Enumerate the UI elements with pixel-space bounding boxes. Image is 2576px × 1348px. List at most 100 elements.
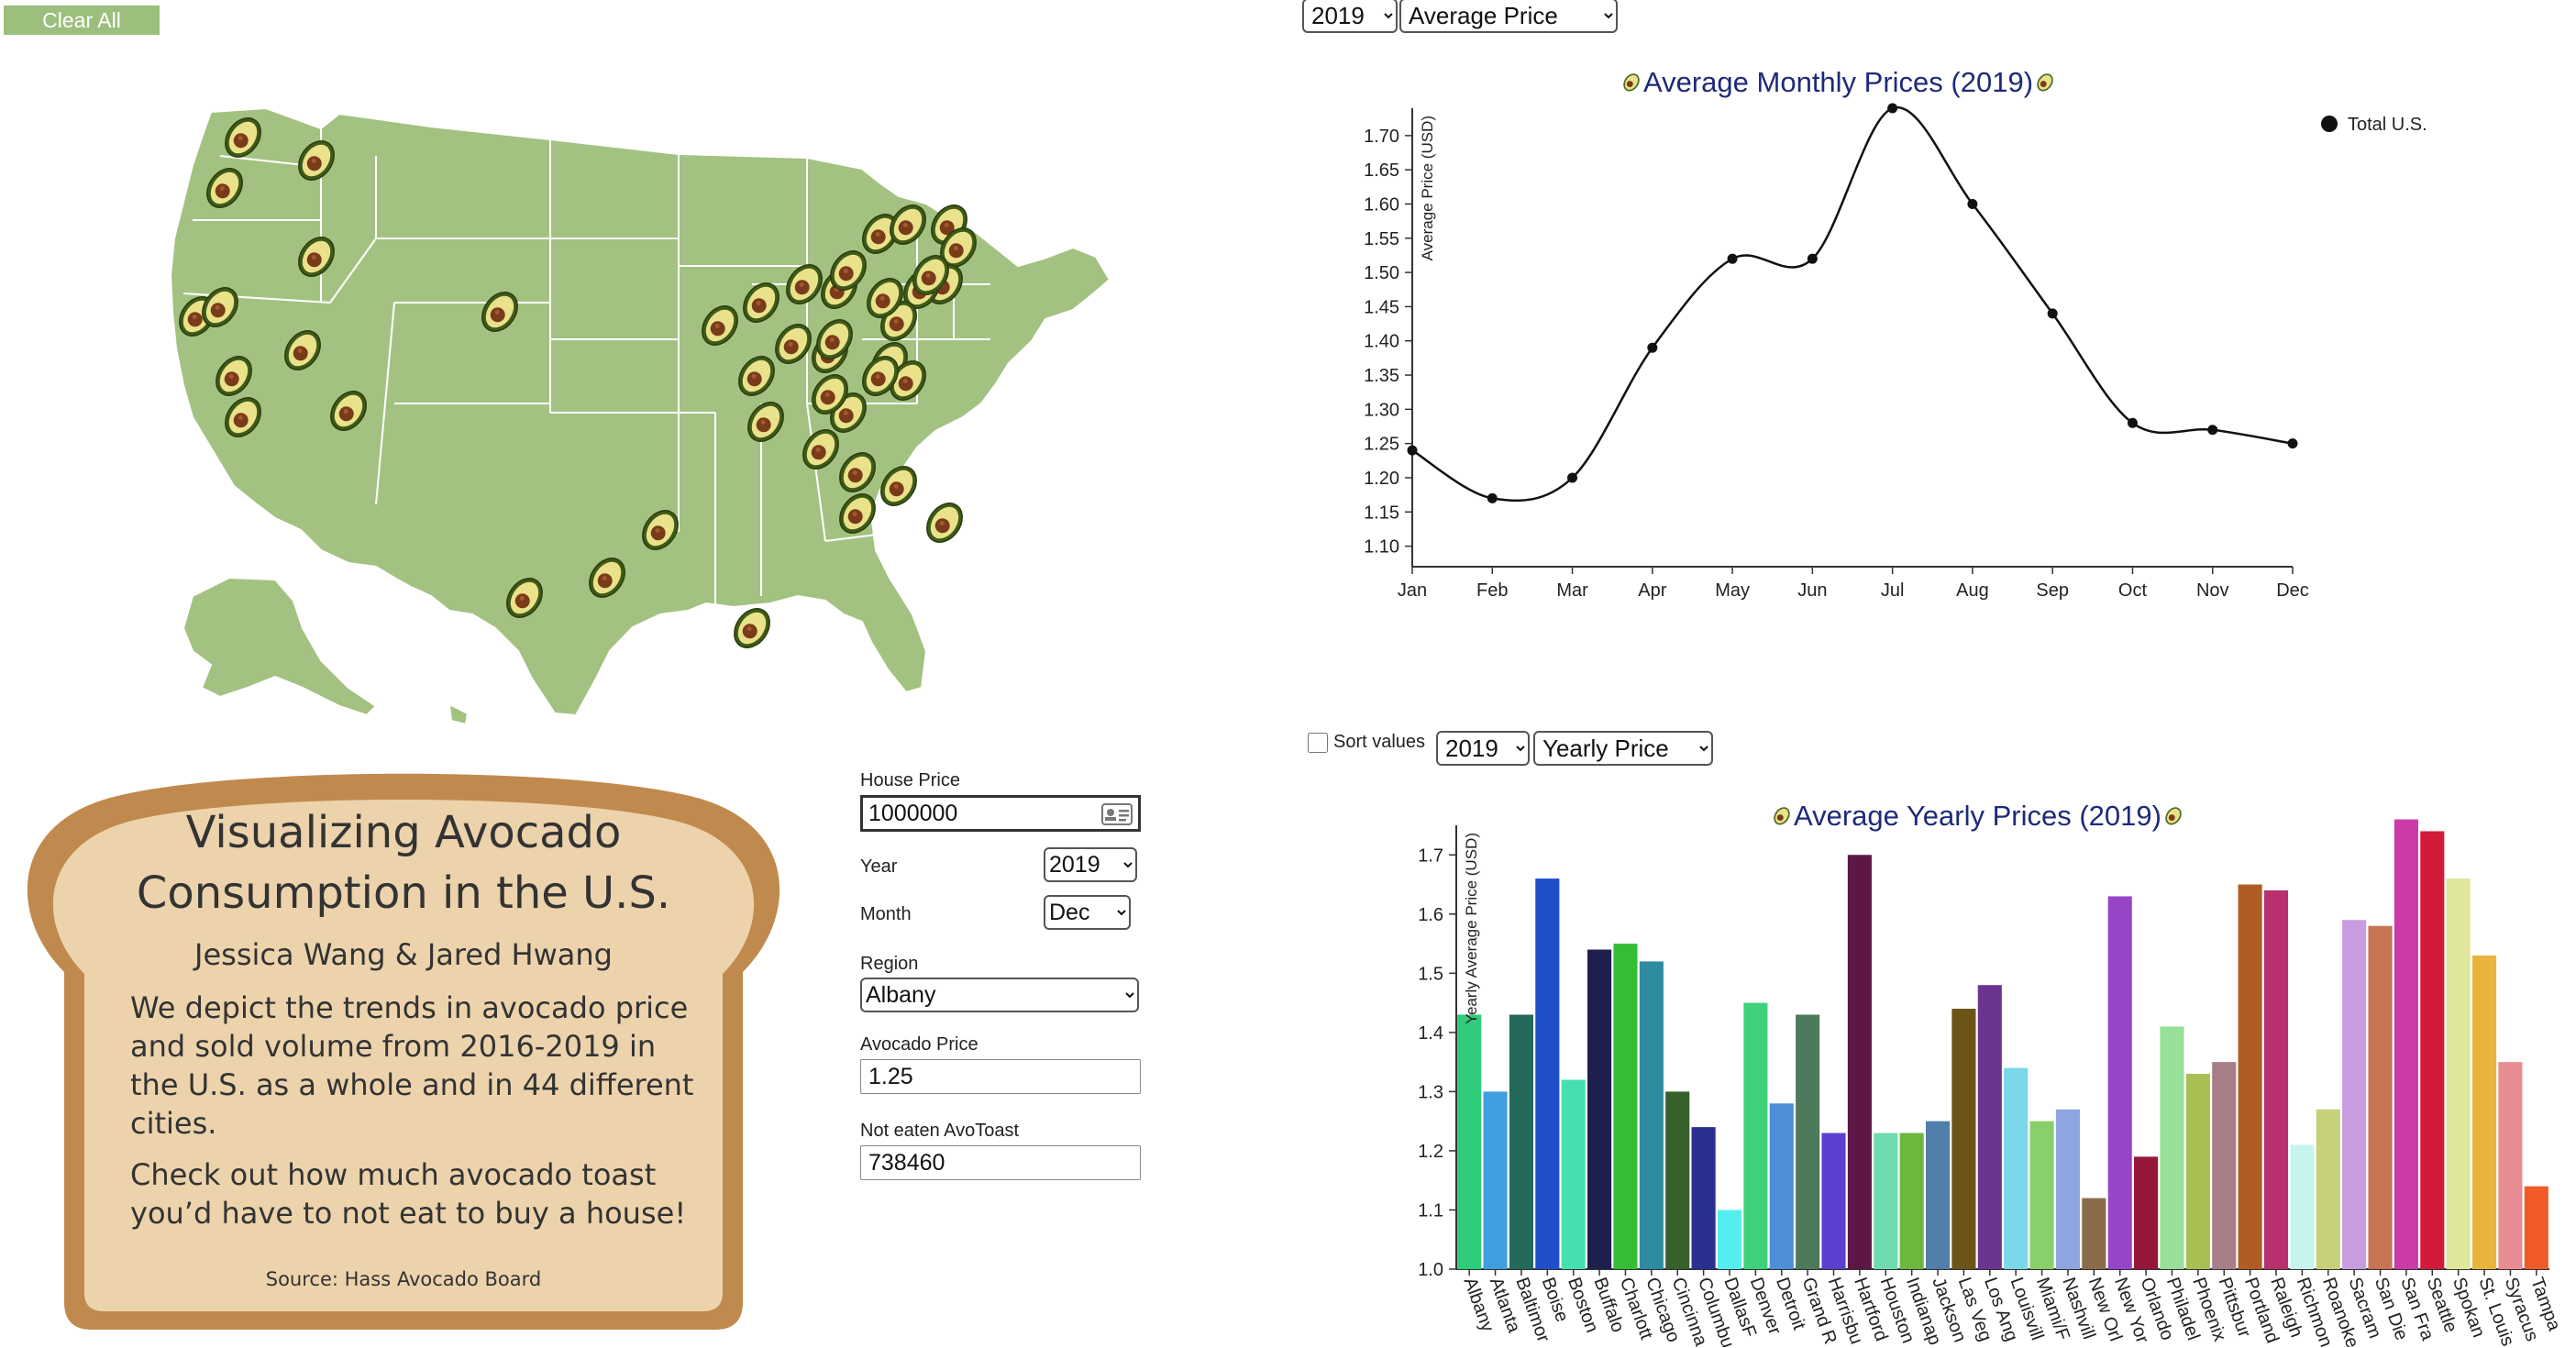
bar[interactable] bbox=[1769, 1103, 1794, 1269]
bar[interactable] bbox=[1639, 961, 1664, 1269]
bar[interactable] bbox=[1665, 1091, 1690, 1269]
bar[interactable] bbox=[2107, 896, 2132, 1269]
avocado-icon[interactable] bbox=[727, 602, 777, 654]
avocado-icon bbox=[1623, 73, 1640, 92]
bar-y-tick-label: 1.4 bbox=[1418, 1023, 1443, 1044]
line-y-tick-label: 1.65 bbox=[1364, 160, 1399, 181]
line-point[interactable] bbox=[1887, 103, 1898, 114]
bar[interactable] bbox=[1509, 1014, 1534, 1269]
bar[interactable] bbox=[1561, 1079, 1586, 1269]
legend-label: Total U.S. bbox=[2348, 115, 2427, 135]
toast-title-line1: Visualizing Avocado bbox=[185, 807, 622, 858]
line-point[interactable] bbox=[1407, 445, 1418, 456]
line-point[interactable] bbox=[2127, 417, 2138, 428]
bar[interactable] bbox=[1796, 1014, 1820, 1269]
line-y-tick-label: 1.45 bbox=[1364, 297, 1399, 317]
bar[interactable] bbox=[2524, 1186, 2548, 1269]
month-select[interactable]: Dec bbox=[1044, 895, 1131, 930]
line-x-tick-label: Oct bbox=[2118, 580, 2148, 601]
bar[interactable] bbox=[2342, 920, 2367, 1269]
bar[interactable] bbox=[1951, 1009, 1976, 1269]
top-metric-select[interactable]: Average Price bbox=[1399, 0, 1618, 33]
month-label: Month bbox=[860, 904, 912, 924]
bar[interactable] bbox=[2498, 1062, 2523, 1269]
bar[interactable] bbox=[1977, 985, 2002, 1269]
map-alaska[interactable] bbox=[182, 576, 378, 717]
avocado-icon[interactable] bbox=[920, 496, 969, 548]
bar-metric-select[interactable]: Yearly Price bbox=[1533, 731, 1713, 766]
bar-y-tick-label: 1.3 bbox=[1418, 1082, 1443, 1102]
not-eaten-input[interactable] bbox=[860, 1145, 1141, 1180]
year-label: Year bbox=[860, 856, 898, 877]
id-card-icon bbox=[1101, 803, 1133, 825]
line-x-tick-label: Feb bbox=[1476, 580, 1508, 601]
line-y-tick-label: 1.30 bbox=[1364, 400, 1399, 420]
bar[interactable] bbox=[2471, 955, 2497, 1269]
bar[interactable] bbox=[2134, 1156, 2159, 1269]
sort-values-label[interactable]: Sort values bbox=[1333, 732, 1425, 753]
bar[interactable] bbox=[1587, 949, 1612, 1269]
bar[interactable] bbox=[2316, 1109, 2340, 1269]
year-select[interactable]: 2019 bbox=[1044, 847, 1137, 882]
line-point[interactable] bbox=[1967, 198, 1978, 209]
bar[interactable] bbox=[2446, 878, 2471, 1269]
bar[interactable] bbox=[1483, 1091, 1508, 1269]
toast-title-line2: Consumption in the U.S. bbox=[136, 867, 671, 919]
bar[interactable] bbox=[1847, 855, 1872, 1269]
line-y-tick-label: 1.70 bbox=[1364, 127, 1399, 147]
bar[interactable] bbox=[2290, 1144, 2315, 1269]
line-point[interactable] bbox=[1647, 342, 1658, 353]
bar-y-tick-label: 1.6 bbox=[1418, 905, 1443, 925]
line-point[interactable] bbox=[2287, 438, 2298, 449]
bar[interactable] bbox=[2082, 1198, 2106, 1269]
line-x-tick-label: Jun bbox=[1797, 580, 1827, 601]
bar[interactable] bbox=[1717, 1210, 1742, 1269]
bar[interactable] bbox=[2263, 889, 2289, 1269]
top-year-select[interactable]: 2019 bbox=[1302, 0, 1398, 33]
bar[interactable] bbox=[2055, 1109, 2081, 1269]
map-hawaii[interactable] bbox=[448, 702, 470, 726]
sort-values-checkbox[interactable] bbox=[1308, 732, 1328, 753]
line-point[interactable] bbox=[1567, 472, 1578, 483]
bar[interactable] bbox=[1743, 1002, 1768, 1269]
bar[interactable] bbox=[1691, 1127, 1716, 1269]
bar[interactable] bbox=[2238, 884, 2262, 1269]
line-point[interactable] bbox=[1807, 253, 1818, 264]
bar[interactable] bbox=[2160, 1026, 2184, 1269]
bar[interactable] bbox=[2029, 1121, 2054, 1269]
bar[interactable] bbox=[1874, 1133, 1898, 1269]
bar-y-tick-label: 1.0 bbox=[1418, 1260, 1443, 1280]
bar[interactable] bbox=[1457, 1014, 1482, 1269]
line-point[interactable] bbox=[1727, 253, 1738, 264]
avocado-price-input[interactable] bbox=[860, 1059, 1141, 1094]
line-x-tick-label: Nov bbox=[2196, 580, 2229, 601]
bar[interactable] bbox=[1613, 944, 1638, 1269]
line-y-tick-label: 1.35 bbox=[1364, 366, 1399, 386]
bar-y-tick-label: 1.2 bbox=[1418, 1142, 1443, 1162]
legend-marker bbox=[2321, 116, 2338, 132]
clear-all-button[interactable]: Clear All bbox=[4, 6, 160, 35]
bar[interactable] bbox=[2004, 1067, 2029, 1269]
region-select[interactable]: Albany bbox=[860, 978, 1139, 1012]
bar[interactable] bbox=[2212, 1062, 2237, 1269]
bar-year-select[interactable]: 2019 bbox=[1436, 731, 1530, 766]
bar[interactable] bbox=[2420, 831, 2445, 1269]
bar[interactable] bbox=[1899, 1133, 1924, 1269]
toast-para-1: We depict the trends in avocado price an… bbox=[130, 990, 694, 1141]
bar[interactable] bbox=[2368, 925, 2393, 1269]
region-label: Region bbox=[860, 954, 919, 974]
line-chart: 1.10 1.15 1.20 1.25 1.30 1.35 1.40 1.45 1.50 1.55… bbox=[1364, 103, 2427, 601]
line-y-axis-label: Average Price (USD) bbox=[1419, 116, 1436, 260]
bar[interactable] bbox=[1925, 1121, 1951, 1269]
bar[interactable] bbox=[1821, 1133, 1846, 1269]
line-x-tick-label: Jul bbox=[1881, 580, 1905, 601]
toast-source: Source: Hass Avocado Board bbox=[265, 1268, 542, 1290]
bar[interactable] bbox=[1535, 878, 1560, 1269]
house-price-input[interactable] bbox=[863, 798, 1103, 829]
line-point[interactable] bbox=[2207, 425, 2218, 436]
bar[interactable] bbox=[2394, 819, 2418, 1269]
line-point[interactable] bbox=[1487, 492, 1498, 503]
line-point[interactable] bbox=[2047, 308, 2058, 319]
house-price-field[interactable] bbox=[860, 795, 1141, 832]
bar[interactable] bbox=[2185, 1074, 2210, 1269]
